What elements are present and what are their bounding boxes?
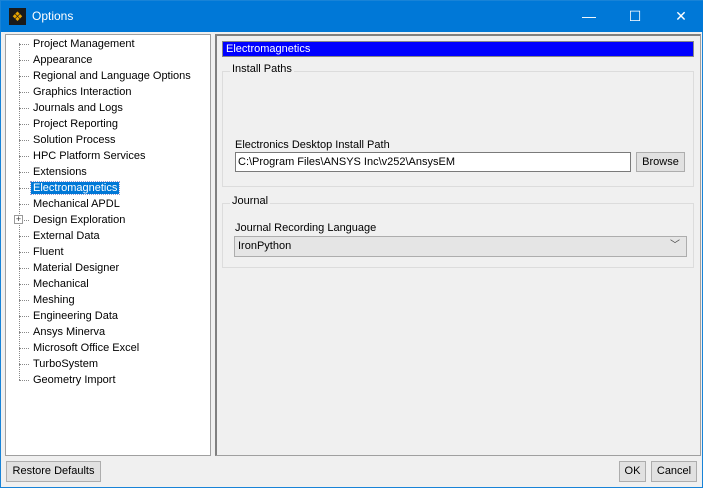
tree-item-label: Graphics Interaction (33, 86, 132, 98)
tree-item-label: Geometry Import (33, 374, 116, 386)
tree-connector (19, 251, 29, 253)
tree-connector (19, 283, 29, 285)
minimize-button[interactable]: — (566, 1, 612, 32)
install-paths-legend: Install Paths (230, 63, 294, 75)
tree-connector (19, 43, 29, 45)
tree-connector (19, 235, 29, 237)
tree-connector (19, 347, 29, 349)
journal-language-value: IronPython (238, 240, 292, 252)
journal-group: Journal Journal Recording Language IronP… (222, 195, 694, 268)
tree-connector (19, 91, 29, 93)
tree-item[interactable]: HPC Platform Services (19, 148, 147, 164)
chevron-down-icon: ﹀ (670, 240, 680, 251)
journal-legend: Journal (230, 195, 271, 207)
tree-connector (19, 107, 29, 109)
tree-item-label: Regional and Language Options (33, 70, 191, 82)
tree-connector (19, 315, 29, 317)
tree-item[interactable]: Appearance (19, 52, 94, 68)
tree-item-label: Project Reporting (33, 118, 118, 130)
tree-item-label: Project Management (33, 38, 135, 50)
tree-item[interactable]: Material Designer (19, 260, 121, 276)
tree-item[interactable]: Project Management (19, 36, 137, 52)
tree-connector (19, 331, 29, 333)
ansys-app-icon: ❖ (9, 8, 26, 25)
tree-item[interactable]: Project Reporting (19, 116, 120, 132)
ok-button[interactable]: OK (619, 461, 646, 482)
tree-item[interactable]: Regional and Language Options (19, 68, 193, 84)
tree-item[interactable]: + Design Exploration (14, 212, 127, 228)
tree-item-label: Mechanical (33, 278, 89, 290)
tree-connector (19, 139, 29, 141)
options-tree: Project Management Appearance Regional and… (5, 34, 211, 456)
tree-connector (19, 155, 29, 157)
tree-connector (19, 123, 29, 125)
tree-connector (19, 379, 29, 381)
tree-item[interactable]: Engineering Data (19, 308, 120, 324)
install-path-label: Electronics Desktop Install Path (235, 139, 390, 151)
browse-button[interactable]: Browse (636, 152, 685, 172)
tree-item[interactable]: External Data (19, 228, 102, 244)
tree-item-label: Mechanical APDL (33, 198, 120, 210)
tree-item[interactable]: Meshing (19, 292, 77, 308)
tree-connector (19, 75, 29, 77)
tree-item[interactable]: Microsoft Office Excel (19, 340, 141, 356)
tree-connector (19, 363, 29, 365)
tree-item[interactable]: Fluent (19, 244, 66, 260)
tree-item[interactable]: Solution Process (19, 132, 118, 148)
tree-connector (19, 299, 29, 301)
cancel-button[interactable]: Cancel (651, 461, 697, 482)
tree-item-label: Fluent (33, 246, 64, 258)
title-bar: ❖ Options — ☐ ✕ (1, 1, 703, 32)
tree-item[interactable]: Electromagnetics (19, 180, 121, 196)
close-button[interactable]: ✕ (658, 1, 703, 32)
tree-item[interactable]: Extensions (19, 164, 89, 180)
journal-language-select[interactable]: IronPython ﹀ (234, 236, 687, 257)
tree-item-label: Microsoft Office Excel (33, 342, 140, 354)
tree-item[interactable]: Mechanical (19, 276, 91, 292)
tree-item-label: Extensions (33, 166, 87, 178)
tree-connector (19, 171, 29, 173)
tree-item-label: Appearance (33, 54, 93, 66)
tree-connector (19, 59, 29, 61)
tree-item[interactable]: TurboSystem (19, 356, 100, 372)
tree-item-label: Design Exploration (33, 214, 126, 226)
tree-item-label: HPC Platform Services (33, 150, 146, 162)
tree-connector (19, 267, 29, 269)
window-title: Options (32, 9, 74, 23)
tree-item-label: Material Designer (33, 262, 120, 274)
section-header: Electromagnetics (222, 41, 694, 57)
restore-defaults-button[interactable]: Restore Defaults (6, 461, 101, 482)
tree-item-label: Ansys Minerva (33, 326, 106, 338)
tree-item[interactable]: Graphics Interaction (19, 84, 133, 100)
tree-item-label: Meshing (33, 294, 75, 306)
tree-item-label: Journals and Logs (33, 102, 123, 114)
install-path-input[interactable]: C:\Program Files\ANSYS Inc\v252\AnsysEM (235, 152, 631, 172)
maximize-button[interactable]: ☐ (612, 1, 658, 32)
tree-connector (19, 203, 29, 205)
tree-item-label: TurboSystem (33, 358, 99, 370)
tree-item[interactable]: Geometry Import (19, 372, 118, 388)
tree-connector (19, 187, 29, 189)
expand-plus-icon[interactable]: + (14, 215, 23, 224)
tree-item-label: Engineering Data (33, 310, 119, 322)
install-paths-group: Install Paths Electronics Desktop Instal… (222, 63, 694, 187)
tree-item-label: Solution Process (33, 134, 116, 146)
settings-panel: Electromagnetics Install Paths Electroni… (215, 34, 701, 456)
tree-item-label: Electromagnetics (29, 181, 121, 195)
options-window: ❖ Options — ☐ ✕ Project Management Appear… (0, 0, 703, 488)
tree-item[interactable]: Journals and Logs (19, 100, 125, 116)
tree-item[interactable]: Mechanical APDL (19, 196, 122, 212)
tree-item[interactable]: Ansys Minerva (19, 324, 107, 340)
journal-language-label: Journal Recording Language (235, 222, 377, 234)
tree-item-label: External Data (33, 230, 100, 242)
